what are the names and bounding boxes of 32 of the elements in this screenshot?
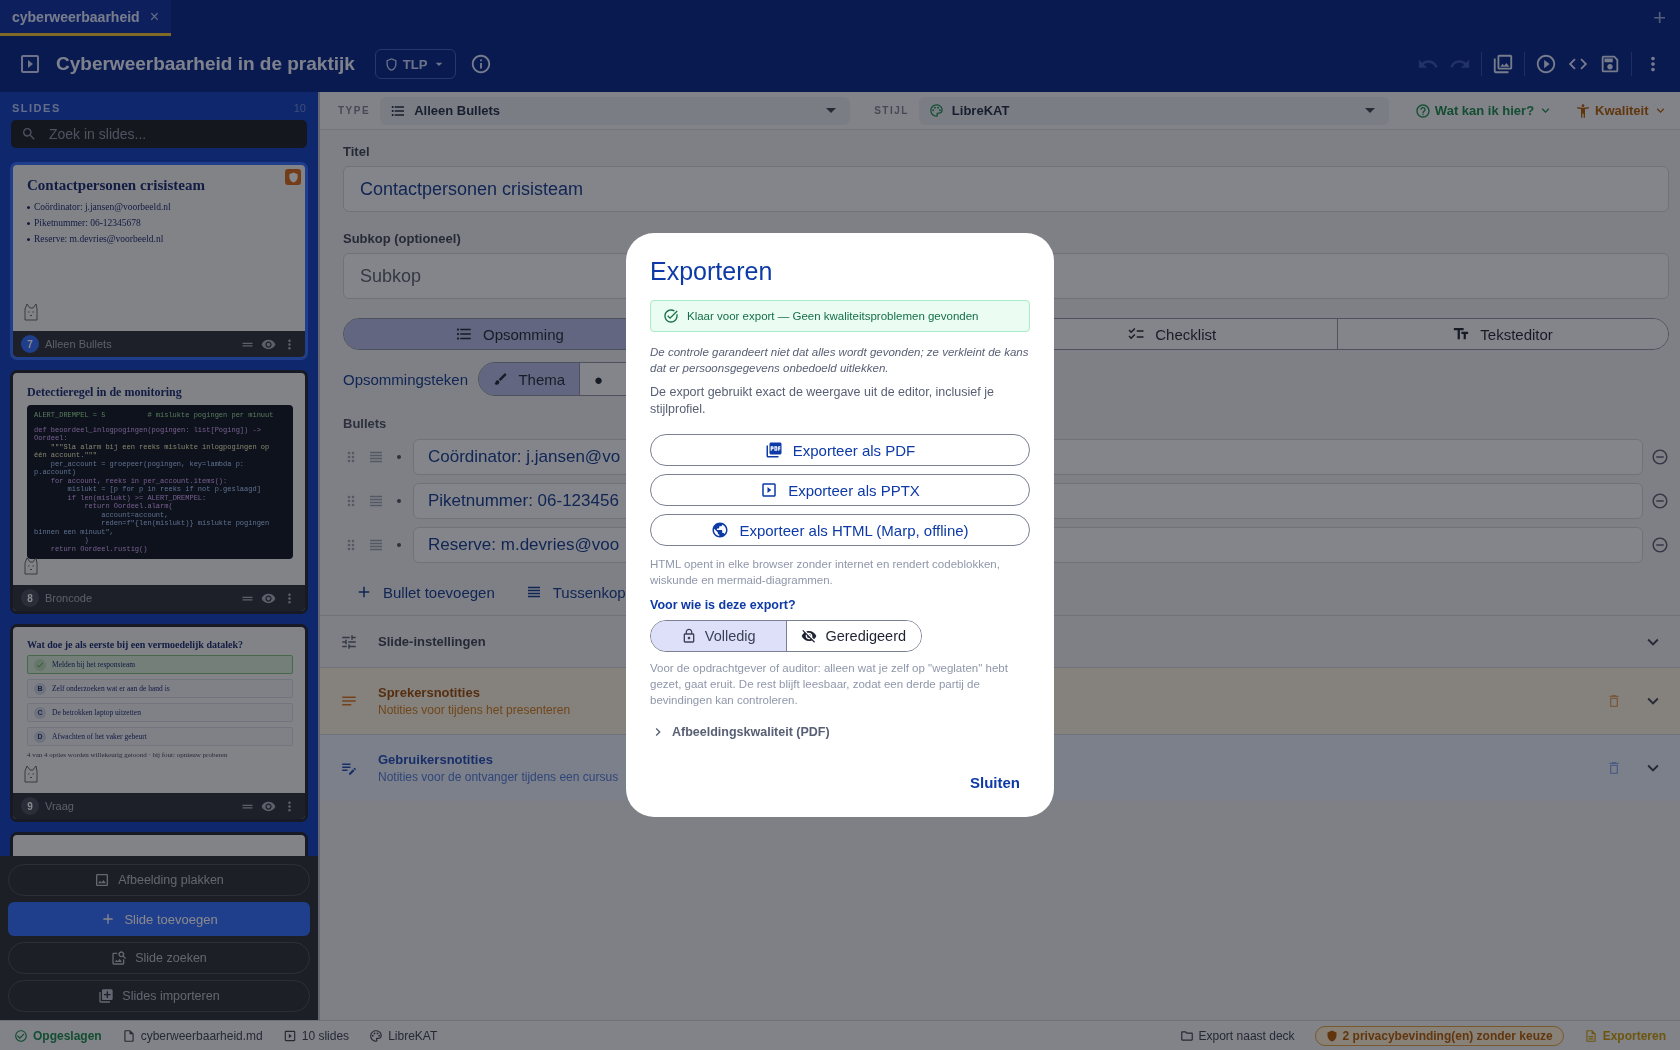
field-label: Opsommingsteken	[343, 370, 469, 388]
type-label: TYPE	[338, 105, 371, 116]
deck-title: Cyberweerbaarheid in de praktijk	[56, 53, 355, 75]
section-heading: Voor wie is deze export?	[650, 598, 797, 612]
status-text: LibreKAT	[388, 1028, 438, 1043]
help-text: Voor de opdrachtgever of auditor: alleen wat je zelf op "weglaten" hebt gezet, gaat eruit. De rest blijft leesbaar, zodat een derde partij de bevindingen kan controleren.	[650, 661, 1009, 708]
status-text: Opgeslagen	[33, 1028, 102, 1043]
field-label: Subkop (optioneel)	[343, 231, 462, 246]
slide-bullet: Piketnummer: 06-12345678	[34, 217, 141, 231]
slide-title: Detectieregel in de monitoring	[27, 385, 183, 400]
sidebar-heading: SLIDES	[12, 102, 61, 114]
section-subtitle: Notities voor tijdens het presenteren	[378, 703, 571, 717]
status-text: cyberweerbaarheid.md	[140, 1028, 263, 1043]
field-label: Bullets	[343, 416, 388, 431]
field-label: Titel	[343, 144, 371, 159]
slide-type-label: Vraag	[45, 800, 75, 812]
slide-number: 7	[21, 335, 39, 353]
slide-bullet: Coördinator: j.jansen@voorbeeld.nl	[34, 201, 171, 214]
intro-text: De export gebruikt exact de weergave uit de editor, inclusief je stijlprofiel.	[650, 384, 995, 418]
slide-title: Contactpersonen crisisteam	[27, 177, 206, 194]
status-text: 10 slides	[301, 1028, 350, 1043]
slide-type-label: Broncode	[45, 592, 94, 604]
dialog-title: Exporteren	[650, 257, 774, 286]
section-subtitle: Notities voor de ontvanger tijdens een cursus	[378, 770, 619, 784]
help-text: HTML opent in elke browser zonder internet en rendert codeblokken, wiskunde en mermaid-diagrammen.	[650, 557, 1001, 588]
success-alert: Klaar voor export — Geen kwaliteitsproblemen gevonden	[650, 300, 1030, 332]
slide-bullet: Reserve: m.devries@voorbeeld.nl	[34, 233, 164, 247]
slide-type-label: Alleen Bullets	[45, 338, 113, 350]
slide-number: 9	[21, 797, 39, 815]
slide-number: 8	[21, 589, 39, 607]
style-label: STIJL	[874, 105, 909, 116]
slide-title: Wat doe je als eerste bij een vermoedelijk datalek?	[27, 639, 245, 650]
